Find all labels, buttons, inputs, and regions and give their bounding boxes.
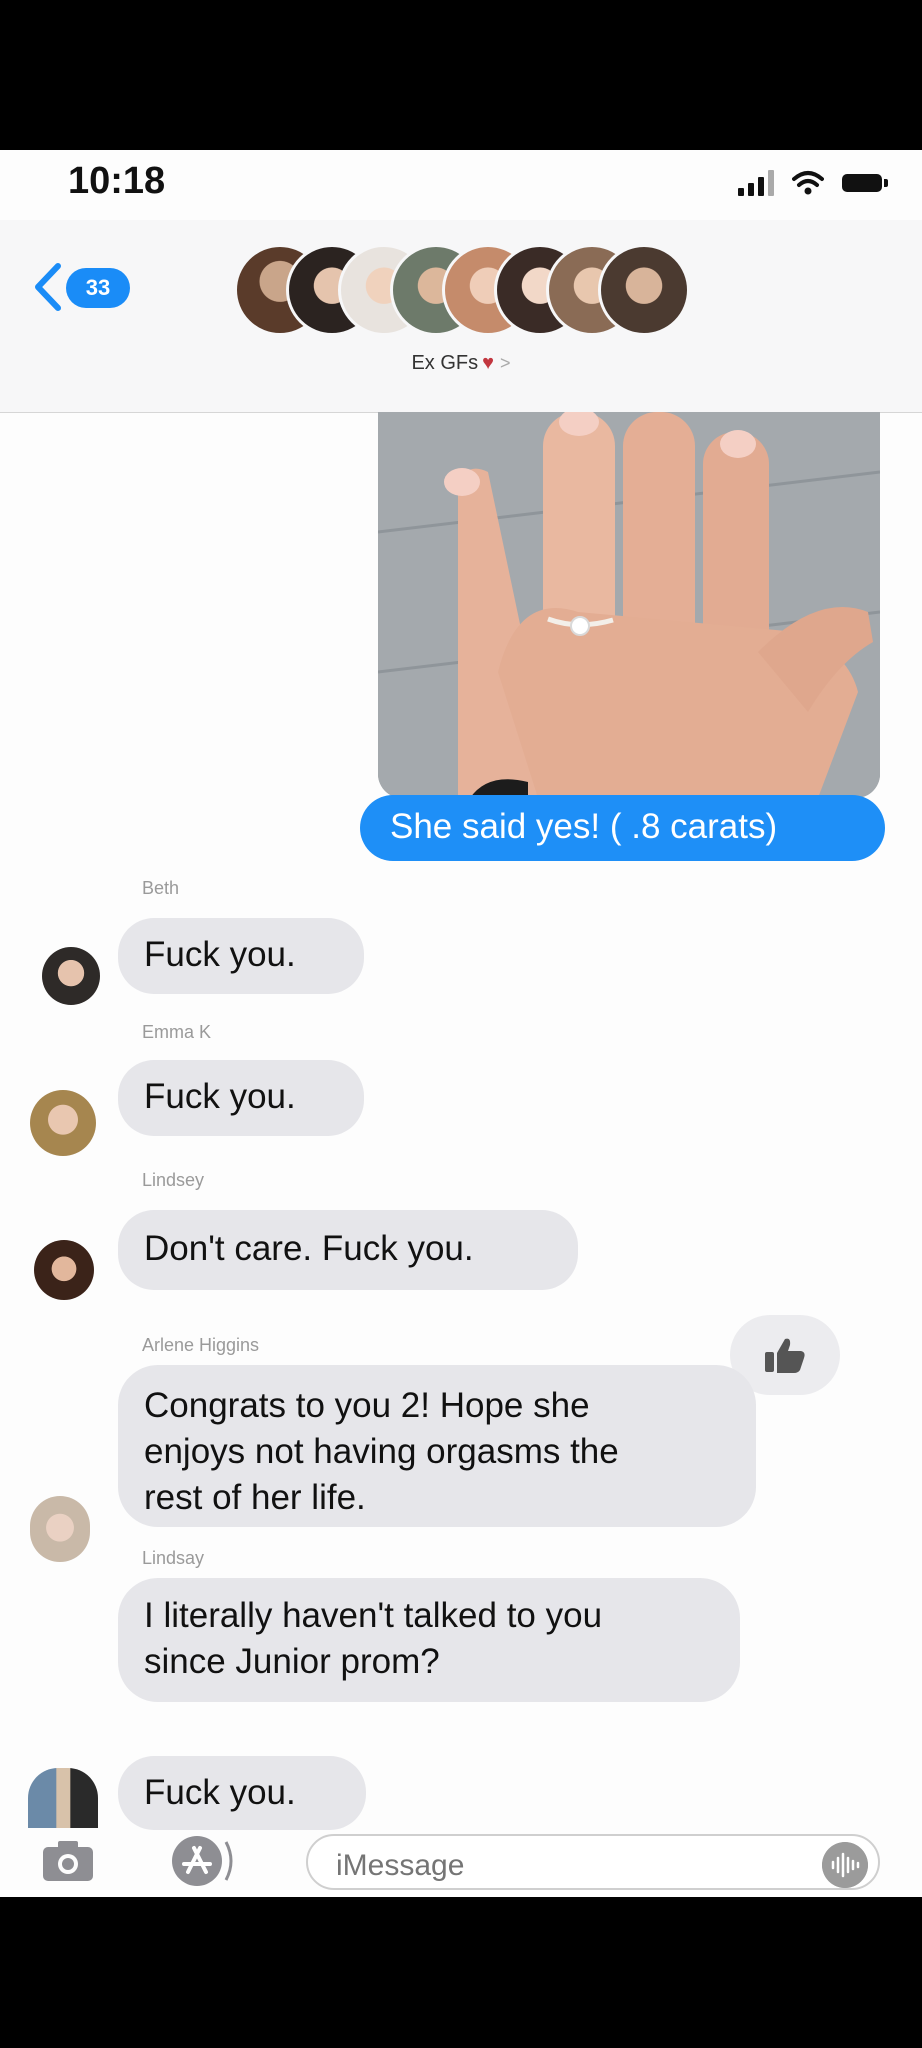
sender-name: Beth	[142, 878, 180, 898]
chevron-right-icon: >	[500, 353, 511, 373]
sender-name: Lindsay	[142, 1548, 205, 1568]
group-name: Ex GFs	[411, 352, 479, 374]
avatar[interactable]	[28, 1768, 98, 1828]
status-icons	[738, 170, 888, 196]
hand-image	[378, 412, 880, 798]
message-text: Fuck you.	[144, 935, 296, 974]
avatar[interactable]	[30, 1496, 90, 1562]
wifi-icon	[792, 171, 824, 195]
message-text-line: enjoys not having orgasms the	[144, 1432, 619, 1471]
message-bubble-incoming[interactable]: Don't care. Fuck you.	[118, 1210, 578, 1290]
message-text: Fuck you.	[144, 1773, 296, 1812]
message-bubble-incoming[interactable]: Fuck you.	[118, 1060, 364, 1136]
sender-name: Emma K	[142, 1022, 212, 1042]
thumbs-up-icon	[765, 1338, 805, 1373]
audio-wave-icon[interactable]	[822, 1842, 868, 1888]
group-avatars[interactable]	[234, 244, 694, 344]
message-bubble-incoming[interactable]: Congrats to you 2! Hope she enjoys not h…	[118, 1365, 756, 1527]
compose-bar	[0, 1830, 922, 1897]
camera-icon[interactable]	[42, 1840, 94, 1882]
sender-name: Lindsey	[142, 1170, 205, 1190]
battery-icon	[842, 174, 888, 192]
message-text: Don't care. Fuck you.	[144, 1229, 474, 1268]
message-input[interactable]	[306, 1834, 880, 1890]
message-text-line: I literally haven't talked to you	[144, 1596, 603, 1635]
message-bubble-incoming[interactable]: Fuck you.	[118, 918, 364, 994]
back-chevron-icon[interactable]	[30, 262, 64, 312]
message-bubble-incoming[interactable]: I literally haven't talked to you since …	[118, 1578, 740, 1702]
avatar[interactable]	[34, 1240, 94, 1300]
message-bubble-incoming[interactable]: Fuck you.	[118, 1756, 366, 1830]
message-text-line: since Junior prom?	[144, 1642, 440, 1681]
unread-count-badge[interactable]: 33	[66, 268, 130, 308]
group-name-row[interactable]: Ex GFs ♥ >	[0, 352, 922, 375]
message-text-line: Congrats to you 2! Hope she	[144, 1386, 590, 1425]
message-text: Fuck you.	[144, 1077, 296, 1116]
heart-icon: ♥	[482, 352, 495, 374]
sender-name: Arlene Higgins	[142, 1335, 260, 1355]
message-text: She said yes! ( .8 carats)	[390, 807, 778, 846]
conversation-header: 33 Ex GFs ♥ >	[0, 220, 922, 413]
group-avatar	[598, 244, 690, 336]
ring-photo[interactable]	[378, 412, 880, 798]
app-store-icon[interactable]	[170, 1834, 248, 1888]
signal-icon	[738, 170, 774, 196]
status-time: 10:18	[68, 160, 166, 202]
message-text-line: rest of her life.	[144, 1478, 366, 1517]
messages-screen: 10:18 33 Ex GFs ♥ > She said yes! (.8 c…	[0, 150, 922, 1897]
avatar[interactable]	[42, 947, 100, 1005]
avatar[interactable]	[30, 1090, 96, 1156]
message-bubble-outgoing[interactable]: She said yes! ( .8 carats)	[360, 795, 885, 861]
